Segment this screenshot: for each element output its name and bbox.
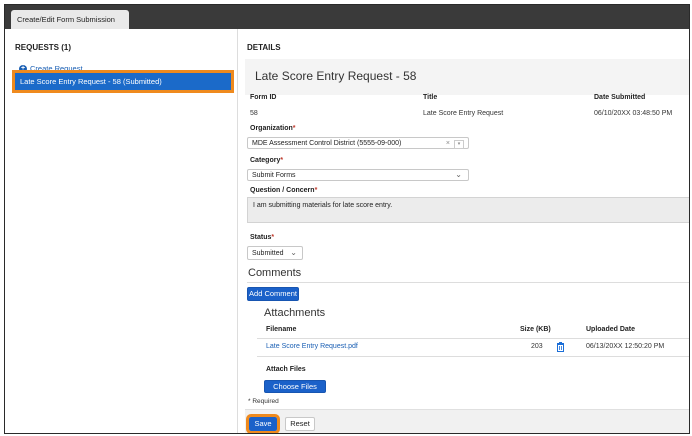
clear-icon[interactable]: × (446, 138, 450, 150)
category-value: Submit Forms (252, 172, 296, 179)
form-id-value: 58 (250, 110, 258, 117)
organization-select[interactable]: MDE Assessment Control District (5555-09… (247, 137, 469, 149)
required-note: * Required (248, 398, 279, 405)
question-label: Question / Concern* (250, 187, 317, 194)
status-label: Status* (250, 234, 274, 241)
status-value: Submitted (252, 250, 284, 257)
required-asterisk: * (280, 157, 284, 164)
comments-heading: Comments (248, 267, 302, 279)
attachment-size: 203 (531, 343, 543, 350)
filename-header: Filename (266, 326, 297, 333)
attachment-filename-link[interactable]: Late Score Entry Request.pdf (266, 343, 358, 350)
requests-heading: REQUESTS (1) (15, 43, 72, 52)
dropdown-arrow-icon[interactable]: ▾ (454, 140, 464, 149)
title-column-label: Title (423, 94, 438, 101)
category-select[interactable]: Submit Forms ⌄ (247, 169, 469, 181)
question-textarea[interactable]: I am submitting materials for late score… (247, 197, 689, 223)
chevron-down-icon: ⌄ (290, 248, 297, 257)
save-button[interactable]: Save (246, 414, 280, 433)
attachment-uploaded-date: 06/13/20XX 12:50:20 PM (586, 343, 665, 350)
required-asterisk: * (292, 125, 296, 132)
title-value: Late Score Entry Request (423, 110, 504, 117)
category-label: Category* (250, 157, 283, 164)
organization-value: MDE Assessment Control District (5555-09… (252, 140, 402, 147)
organization-label-text: Organization (250, 125, 293, 132)
request-title: Late Score Entry Request - 58 (255, 69, 417, 83)
date-submitted-value: 06/10/20XX 03:48:50 PM (594, 110, 673, 117)
add-comment-button[interactable]: Add Comment (247, 287, 299, 301)
form-id-label: Form ID (250, 94, 277, 101)
chevron-down-icon: ⌄ (455, 170, 462, 179)
details-heading: DETAILS (247, 43, 281, 52)
question-label-text: Question / Concern (250, 187, 315, 194)
status-select[interactable]: Submitted ⌄ (247, 246, 303, 260)
request-item-58[interactable]: Late Score Entry Request - 58 (Submitted… (12, 70, 234, 93)
choose-files-button[interactable]: Choose Files (264, 380, 326, 393)
create-request-label: Create Request (30, 64, 83, 73)
window: Create/Edit Form Submission REQUESTS (1)… (4, 4, 690, 434)
tab-create-edit-form[interactable]: Create/Edit Form Submission (11, 10, 129, 29)
trash-icon[interactable] (556, 342, 565, 352)
uploaded-date-header: Uploaded Date (586, 326, 636, 333)
plus-circle-icon: + (19, 64, 27, 73)
divider (247, 282, 689, 283)
reset-button[interactable]: Reset (285, 417, 315, 431)
divider (257, 356, 689, 357)
status-label-text: Status (250, 234, 272, 241)
required-asterisk: * (271, 234, 275, 241)
title-bar: Create/Edit Form Submission (5, 5, 689, 29)
create-request-link[interactable]: + Create Request (19, 64, 83, 73)
category-label-text: Category (250, 157, 281, 164)
date-submitted-label: Date Submitted (594, 94, 646, 101)
requests-panel: REQUESTS (1) + Create Request Late Score… (5, 29, 238, 433)
attachments-header-row: Filename Size (KB) Uploaded Date (257, 326, 689, 339)
attachments-heading: Attachments (264, 307, 326, 319)
size-header: Size (KB) (520, 326, 551, 333)
organization-label: Organization* (250, 125, 296, 132)
required-asterisk: * (314, 187, 318, 194)
attach-files-label: Attach Files (266, 366, 306, 373)
details-panel: DETAILS Late Score Entry Request - 58 Fo… (237, 29, 689, 433)
